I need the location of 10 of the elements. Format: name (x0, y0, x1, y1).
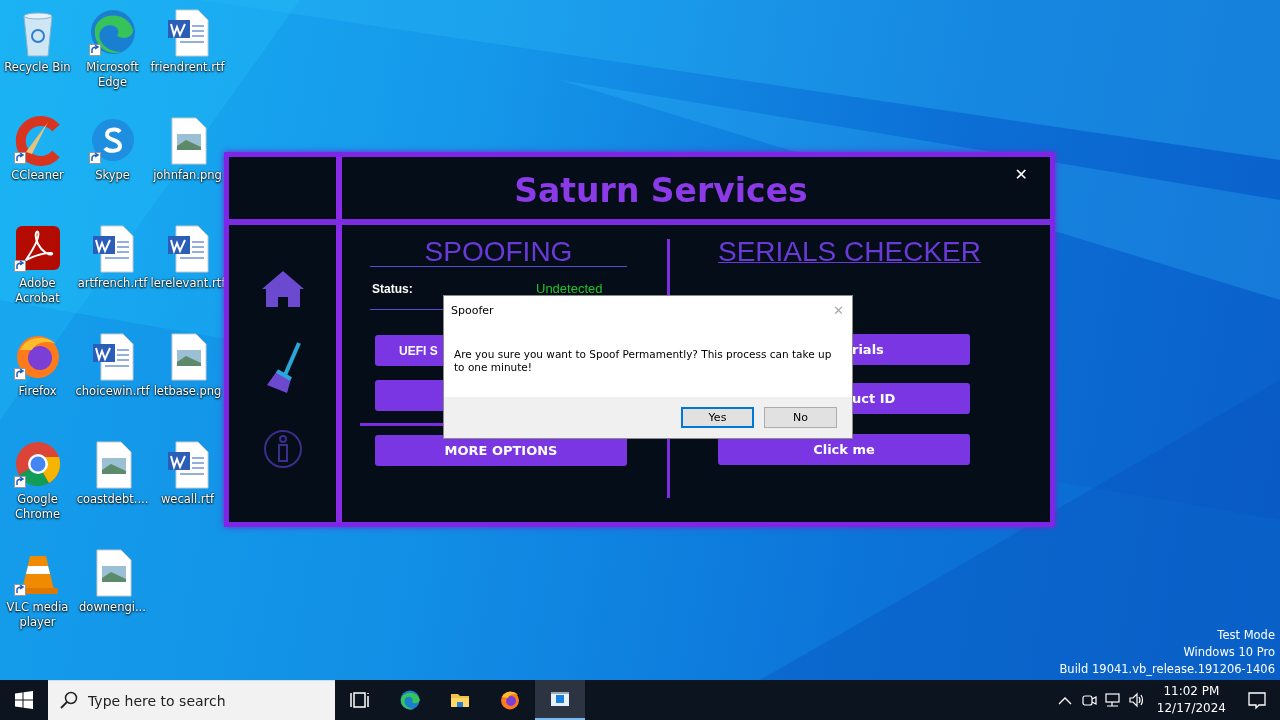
app-title: Saturn Services (514, 170, 808, 210)
status-label: Status: (372, 282, 414, 298)
system-info-text: Test Mode (1216, 627, 1275, 644)
dialog-message: Are you sure you want to Spoof Permamently? This process can take up to one minute! (453, 347, 833, 375)
system-info-text: Build 19041.vb_release.191206-1406 (1059, 661, 1275, 678)
dialog-title: Spoofer (451, 303, 494, 317)
section-heading: SERIALS CHECKER (718, 238, 981, 266)
status-value: Undetected (536, 282, 603, 298)
section-heading: SPOOFING (370, 238, 627, 267)
system-info-text: Windows 10 Pro (1182, 644, 1275, 661)
